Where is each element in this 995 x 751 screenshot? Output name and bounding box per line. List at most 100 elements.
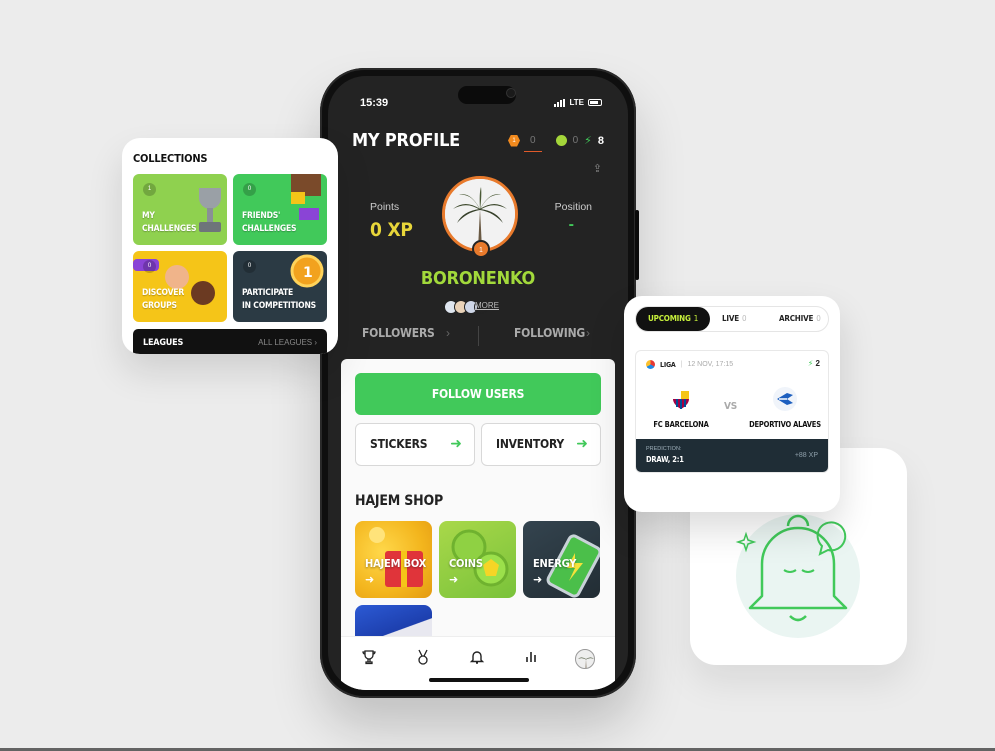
matches-card: UPCOMING 1 LIVE 0 ARCHIVE 0 LIGA | 12 NOV, … [624, 296, 840, 512]
tile-label-line: GROUPS [142, 301, 177, 311]
coin-icon [555, 135, 567, 146]
away-team-name: DEPORTIVO ALAVES [749, 420, 821, 429]
follower-avatars[interactable]: MORE [444, 300, 499, 314]
tab-archive[interactable]: ARCHIVE 0 [779, 307, 821, 331]
tile-label-line: FRIENDS' [242, 211, 281, 221]
tab-label: ARCHIVE [779, 314, 814, 323]
shop-title: HAJEM SHOP [355, 493, 444, 509]
all-leagues-label: ALL LEAGUES [258, 338, 313, 347]
tile-badge: 0 [143, 260, 156, 273]
tile-my-challenges[interactable]: 1 MY CHALLENGES [133, 174, 227, 245]
arrow-right-icon: ➜ [365, 574, 375, 586]
tile-friends-challenges[interactable]: 0 FRIENDS' CHALLENGES [233, 174, 327, 245]
following-link[interactable]: FOLLOWING [514, 326, 585, 340]
tile-label: FRIENDS' CHALLENGES [242, 210, 297, 236]
tab-upcoming[interactable]: UPCOMING 1 [636, 307, 711, 331]
match-tabs: UPCOMING 1 LIVE 0 ARCHIVE 0 [635, 306, 829, 332]
points-label: Points [370, 201, 400, 213]
chevron-right-icon: › [586, 326, 590, 340]
tile-label-line: CHALLENGES [142, 224, 197, 234]
coin-count: 0 [572, 135, 579, 146]
prediction-label: PREDICTION: [646, 446, 682, 452]
position-value: - [568, 216, 574, 233]
battery-icon [588, 99, 602, 106]
trophy-icon[interactable] [359, 649, 379, 669]
prediction-bar: PREDICTION: DRAW, 2:1 +88 XP [636, 439, 828, 472]
match-header: LIGA | 12 NOV, 17:15 [646, 360, 733, 369]
arrow-right-icon: ➜ [449, 574, 459, 586]
followers-link[interactable]: FOLLOWERS [362, 326, 435, 340]
streak-stat[interactable]: 1 0 [508, 134, 543, 152]
tab-bar [341, 636, 615, 690]
arrow-right-icon: ➜ [450, 435, 462, 451]
stickers-button[interactable]: STICKERS ➜ [355, 423, 475, 466]
streak-underline [524, 150, 543, 152]
page-title: MY PROFILE [352, 130, 461, 151]
avatar [575, 649, 595, 669]
all-leagues-link[interactable]: ALL LEAGUES › [258, 338, 317, 347]
medal-icon[interactable] [413, 649, 433, 669]
arrow-right-icon: ➜ [576, 435, 588, 451]
points-value: 0 XP [370, 219, 413, 241]
chevron-right-icon: › [446, 326, 450, 340]
tile-badge: 0 [243, 183, 256, 196]
shop-item-hajem-box[interactable]: HAJEM BOX ➜ [355, 521, 432, 598]
tab-count: 1 [693, 314, 699, 323]
shop-item-coins[interactable]: COINS ➜ [439, 521, 516, 598]
svg-text:1: 1 [303, 265, 313, 281]
inventory-button[interactable]: INVENTORY ➜ [481, 423, 601, 466]
divider [478, 326, 479, 346]
leagues-label: LEAGUES [143, 338, 184, 348]
username: BORONENKO [420, 268, 536, 289]
tile-label-line: CHALLENGES [242, 224, 297, 234]
tile-label: MY CHALLENGES [142, 210, 197, 236]
tab-count: 0 [816, 314, 821, 323]
tab-count: 0 [741, 314, 747, 323]
tile-label: PARTICIPATE IN COMPETITIONS [242, 287, 316, 313]
profile-tab[interactable] [575, 649, 595, 669]
shop-item-label: HAJEM BOX [365, 557, 427, 570]
tile-label-line: DISCOVER [142, 288, 185, 298]
streak-count: 0 [530, 135, 536, 146]
prediction-value: DRAW, 2:1 [646, 455, 684, 464]
content-sheet: FOLLOW USERS STICKERS ➜ INVENTORY ➜ HAJE… [341, 359, 615, 690]
tile-discover-groups[interactable]: 0 DISCOVER GROUPS [133, 251, 227, 322]
home-team-name: FC BARCELONA [653, 420, 709, 429]
barcelona-crest-icon [669, 387, 693, 411]
match-card[interactable]: LIGA | 12 NOV, 17:15 ⚡ 2 FC BARCELONA VS [635, 350, 829, 473]
home-indicator [429, 678, 529, 682]
vs-label: VS [724, 401, 738, 412]
tile-participate-competitions[interactable]: 1 0 PARTICIPATE IN COMPETITIONS [233, 251, 327, 322]
tile-badge: 0 [243, 260, 256, 273]
network-label: LTE [569, 98, 584, 107]
energy-icon: ⚡ [807, 359, 814, 368]
away-team: DEPORTIVO ALAVES [740, 387, 828, 429]
more-link[interactable]: MORE [474, 300, 499, 314]
header-stats: 1 0 0 ⚡ 8 [508, 134, 604, 152]
home-team: FC BARCELONA [636, 387, 726, 429]
follow-users-button[interactable]: FOLLOW USERS [355, 373, 601, 415]
collections-title: COLLECTIONS [133, 152, 208, 165]
share-icon[interactable]: ⇪ [593, 162, 602, 175]
league-name: LIGA [660, 360, 676, 369]
leagues-bar[interactable]: LEAGUES ALL LEAGUES › [133, 329, 327, 354]
energy-value: 2 [815, 359, 820, 368]
tile-label-line: IN COMPETITIONS [242, 301, 316, 311]
tab-live[interactable]: LIVE 0 [722, 307, 747, 331]
energy-icon: ⚡ [584, 135, 592, 147]
shop-item-energy[interactable]: ENERGY ➜ [523, 521, 600, 598]
streak-hex-icon: 1 [508, 134, 521, 147]
shop-item-label: ENERGY [533, 557, 577, 570]
tile-label: DISCOVER GROUPS [142, 287, 184, 313]
status-bar: 15:39 LTE [360, 97, 602, 113]
tile-badge: 1 [143, 183, 156, 196]
shop-item-label: COINS [449, 557, 483, 570]
chart-icon[interactable] [521, 649, 541, 669]
arrow-right-icon: ➜ [533, 574, 543, 586]
phone-side-button [635, 210, 639, 280]
match-date: 12 NOV, 17:15 [687, 361, 734, 368]
tab-label: UPCOMING [648, 314, 691, 323]
bell-icon[interactable] [467, 649, 487, 669]
status-time: 15:39 [360, 97, 389, 109]
tile-label-line: MY [142, 211, 155, 221]
